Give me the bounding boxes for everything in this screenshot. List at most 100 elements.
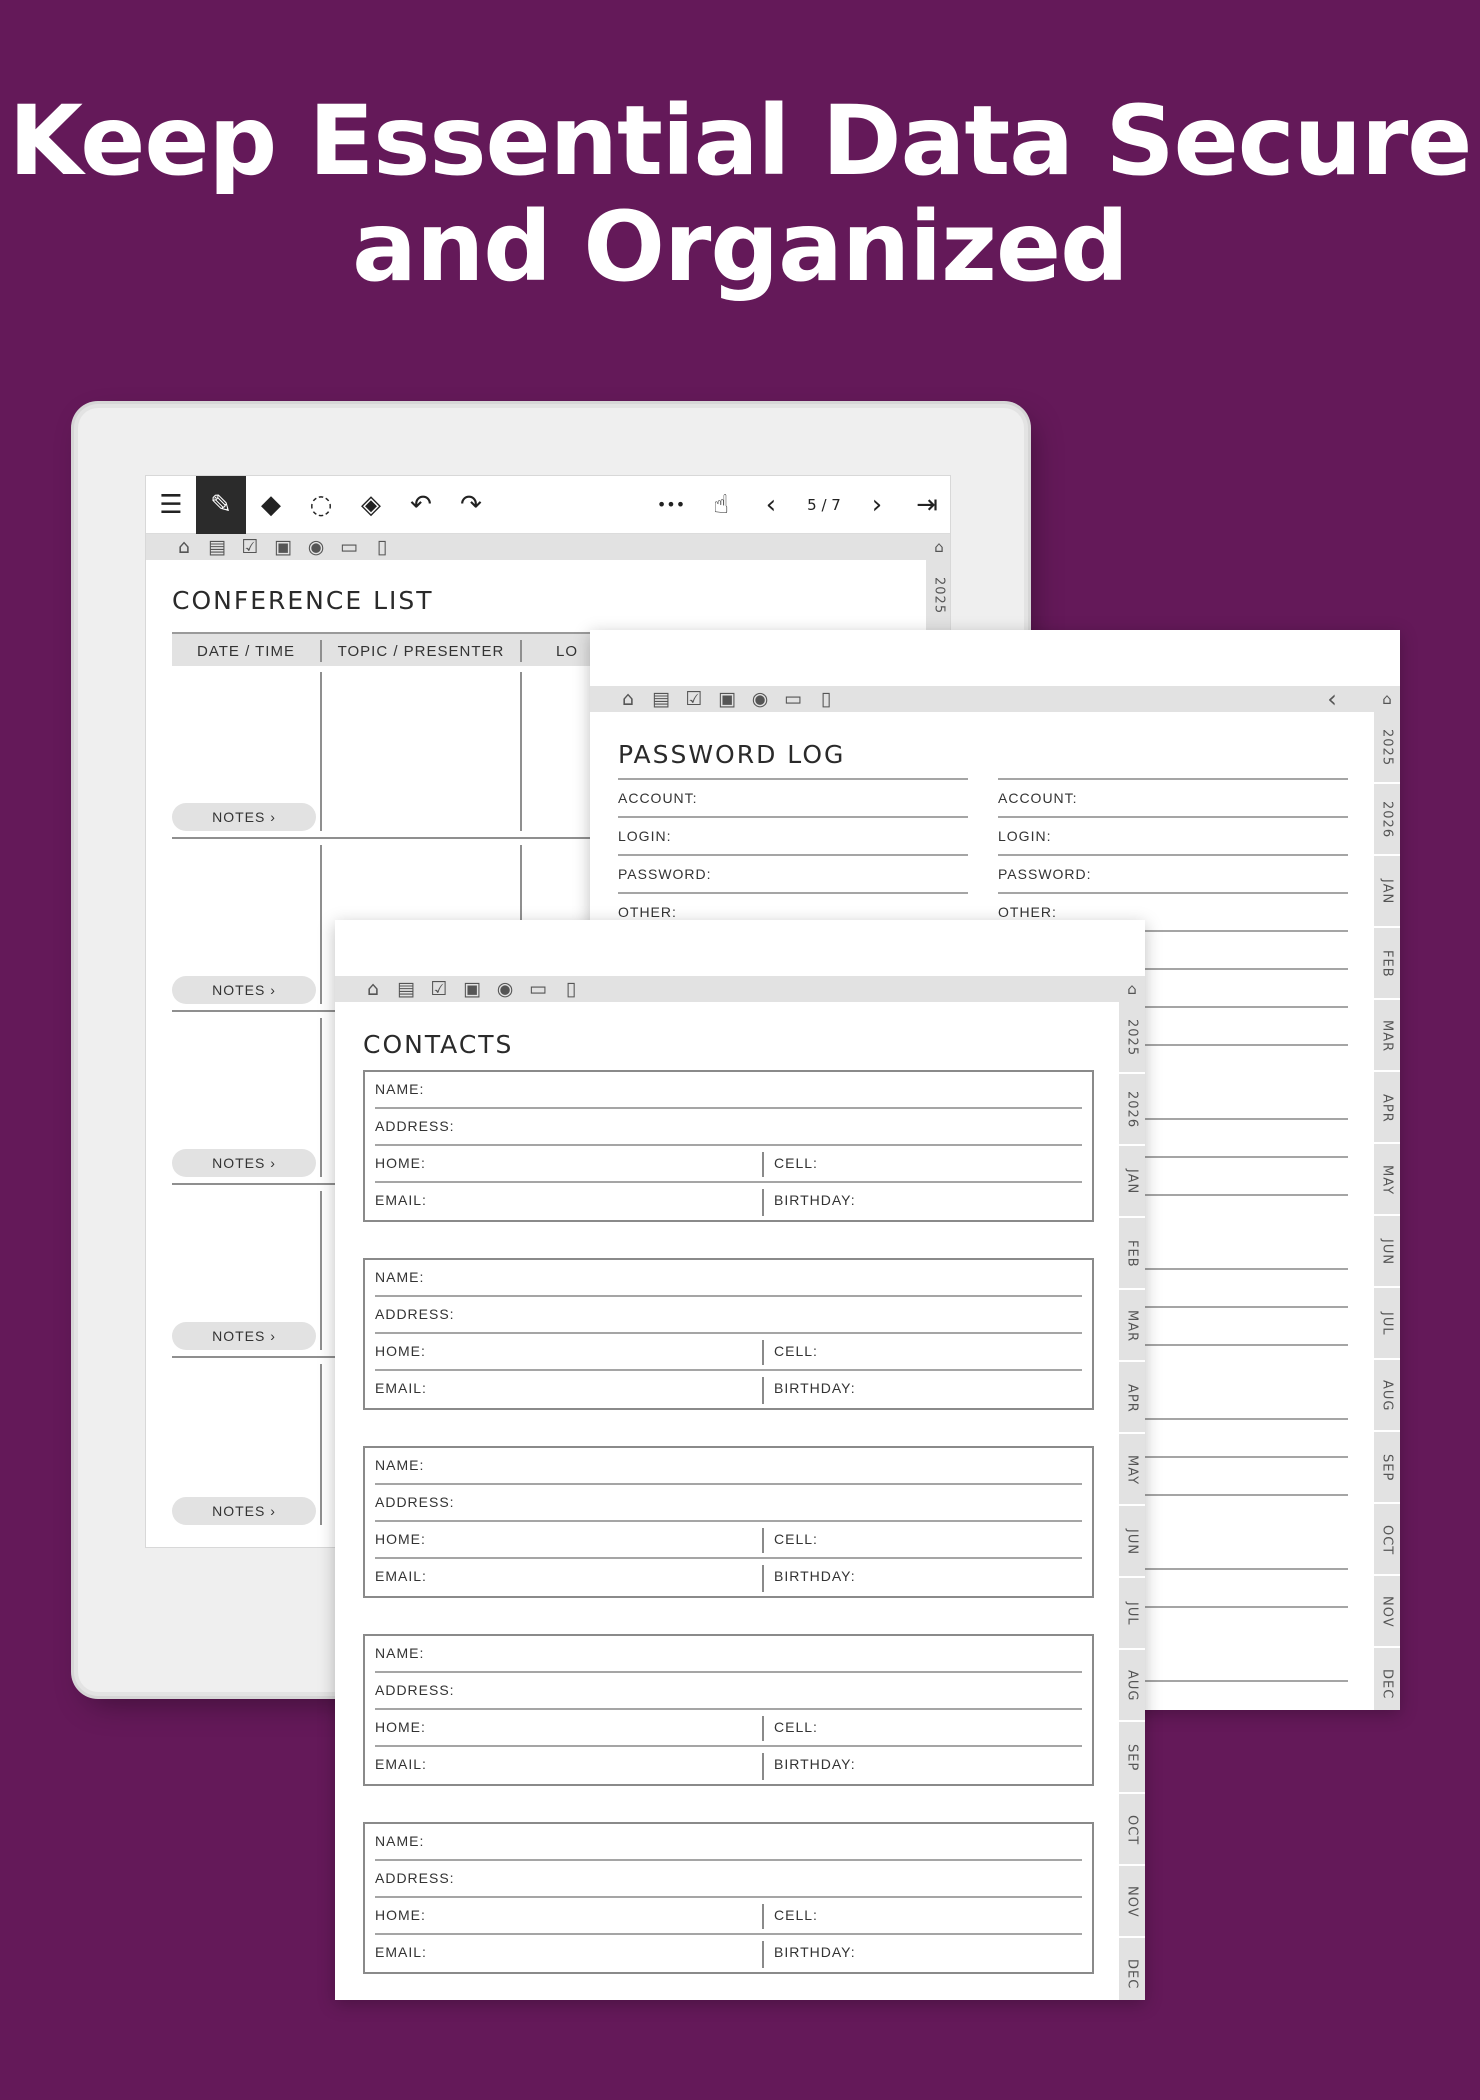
notes-button[interactable]: NOTES › xyxy=(172,1497,316,1525)
page-icon[interactable]: ▯ xyxy=(814,687,838,711)
tab-jun[interactable]: JUN xyxy=(1374,1218,1400,1288)
contacts-sheet: ⌂ ▤ ☑ ▣ ◉ ▭ ▯ ⌂ 2025 2026 JAN FEB MAR AP… xyxy=(335,920,1145,2000)
tab-may[interactable]: MAY xyxy=(1119,1436,1145,1506)
tab-dec[interactable]: DEC xyxy=(1119,1940,1145,2000)
tab-2026[interactable]: 2026 xyxy=(1119,1076,1145,1146)
prev-page-icon[interactable]: ‹ xyxy=(746,476,796,534)
tab-nov[interactable]: NOV xyxy=(1374,1578,1400,1648)
tasks-icon[interactable]: ☑ xyxy=(238,535,262,559)
cell-label: CELL: xyxy=(774,1907,818,1923)
exit-icon[interactable]: ⇥ xyxy=(902,476,950,534)
notes-icon[interactable]: ▤ xyxy=(205,535,229,559)
tab-may[interactable]: MAY xyxy=(1374,1146,1400,1216)
tab-2025[interactable]: 2025 xyxy=(1119,1004,1145,1074)
address-label: ADDRESS: xyxy=(375,1494,455,1510)
cell-label: CELL: xyxy=(774,1155,818,1171)
email-label: EMAIL: xyxy=(375,1192,427,1208)
password-label: PASSWORD: xyxy=(998,866,1092,882)
menu-icon[interactable]: ☰ xyxy=(146,476,196,534)
email-label: EMAIL: xyxy=(375,1380,427,1396)
notes-button[interactable]: NOTES › xyxy=(172,1322,316,1350)
name-label: NAME: xyxy=(375,1645,425,1661)
contacts-title: CONTACTS xyxy=(363,1030,514,1059)
tab-jun[interactable]: JUN xyxy=(1119,1508,1145,1578)
home-icon[interactable]: ⌂ xyxy=(172,535,196,559)
briefcase-icon[interactable]: ▣ xyxy=(460,977,484,1001)
page-icon[interactable]: ▯ xyxy=(370,535,394,559)
email-label: EMAIL: xyxy=(375,1756,427,1772)
tab-oct[interactable]: OCT xyxy=(1119,1796,1145,1866)
gesture-icon[interactable]: ☝ xyxy=(696,476,746,534)
wallet-icon[interactable]: ▭ xyxy=(781,687,805,711)
back-icon[interactable]: ‹ xyxy=(1320,687,1344,711)
tab-feb[interactable]: FEB xyxy=(1119,1220,1145,1290)
briefcase-icon[interactable]: ▣ xyxy=(271,535,295,559)
notes-icon[interactable]: ▤ xyxy=(394,977,418,1001)
page-icon[interactable]: ▯ xyxy=(559,977,583,1001)
tasks-icon[interactable]: ☑ xyxy=(682,687,706,711)
wallet-icon[interactable]: ▭ xyxy=(526,977,550,1001)
contact-card: NAME: ADDRESS: HOME: CELL: EMAIL: BIRTHDAY… xyxy=(363,1446,1094,1598)
contacts-nav-strip: ⌂ ▤ ☑ ▣ ◉ ▭ ▯ xyxy=(335,976,1119,1002)
tab-sep[interactable]: SEP xyxy=(1374,1434,1400,1504)
briefcase-icon[interactable]: ▣ xyxy=(715,687,739,711)
column-topic-presenter: TOPIC / PRESENTER xyxy=(322,640,522,662)
address-label: ADDRESS: xyxy=(375,1870,455,1886)
tab-2025[interactable]: 2025 xyxy=(926,562,950,632)
layers-icon[interactable]: ◈ xyxy=(346,476,396,534)
home-icon[interactable]: ⌂ xyxy=(361,977,385,1001)
tab-sep[interactable]: SEP xyxy=(1119,1724,1145,1794)
contact-card: NAME: ADDRESS: HOME: CELL: EMAIL: BIRTHDAY… xyxy=(363,1822,1094,1974)
rail-home-icon[interactable]: ⌂ xyxy=(926,534,950,560)
home-label: HOME: xyxy=(375,1343,426,1359)
lasso-icon[interactable]: ◌ xyxy=(296,476,346,534)
notes-button[interactable]: NOTES › xyxy=(172,803,316,831)
home-label: HOME: xyxy=(375,1531,426,1547)
wallet-icon[interactable]: ▭ xyxy=(337,535,361,559)
birthday-label: BIRTHDAY: xyxy=(774,1192,856,1208)
tab-nov[interactable]: NOV xyxy=(1119,1868,1145,1938)
birthday-label: BIRTHDAY: xyxy=(774,1380,856,1396)
goals-icon[interactable]: ◉ xyxy=(748,687,772,711)
tab-mar[interactable]: MAR xyxy=(1374,1002,1400,1072)
tab-2026[interactable]: 2026 xyxy=(1374,786,1400,856)
home-icon[interactable]: ⌂ xyxy=(616,687,640,711)
tab-apr[interactable]: APR xyxy=(1374,1074,1400,1144)
notes-icon[interactable]: ▤ xyxy=(649,687,673,711)
contact-card: NAME: ADDRESS: HOME: CELL: EMAIL: BIRTHDAY… xyxy=(363,1070,1094,1222)
headline-line-2: and Organized xyxy=(352,191,1129,303)
rail-home-icon[interactable]: ⌂ xyxy=(1374,686,1400,712)
notes-button[interactable]: NOTES › xyxy=(172,1149,316,1177)
tab-mar[interactable]: MAR xyxy=(1119,1292,1145,1362)
tab-dec[interactable]: DEC xyxy=(1374,1650,1400,1710)
cell-label: CELL: xyxy=(774,1531,818,1547)
goals-icon[interactable]: ◉ xyxy=(304,535,328,559)
more-icon[interactable]: ••• xyxy=(646,476,696,534)
next-page-icon[interactable]: › xyxy=(852,476,902,534)
tab-jul[interactable]: JUL xyxy=(1374,1290,1400,1360)
name-label: NAME: xyxy=(375,1269,425,1285)
notes-button[interactable]: NOTES › xyxy=(172,976,316,1004)
home-label: HOME: xyxy=(375,1155,426,1171)
contact-card: NAME: ADDRESS: HOME: CELL: EMAIL: BIRTHDAY… xyxy=(363,1634,1094,1786)
eraser-icon[interactable]: ◆ xyxy=(246,476,296,534)
tab-oct[interactable]: OCT xyxy=(1374,1506,1400,1576)
tab-jan[interactable]: JAN xyxy=(1119,1148,1145,1218)
pen-icon[interactable]: ✎ xyxy=(196,476,246,534)
tab-apr[interactable]: APR xyxy=(1119,1364,1145,1434)
undo-icon[interactable]: ↶ xyxy=(396,476,446,534)
rail-home-icon[interactable]: ⌂ xyxy=(1119,976,1145,1002)
tab-jul[interactable]: JUL xyxy=(1119,1580,1145,1650)
device-toolbar: ☰ ✎ ◆ ◌ ◈ ↶ ↷ ••• ☝ ‹ 5 / 7 › ⇥ xyxy=(146,476,950,534)
goals-icon[interactable]: ◉ xyxy=(493,977,517,1001)
tasks-icon[interactable]: ☑ xyxy=(427,977,451,1001)
tab-jan[interactable]: JAN xyxy=(1374,858,1400,928)
tab-aug[interactable]: AUG xyxy=(1119,1652,1145,1722)
tab-2025[interactable]: 2025 xyxy=(1374,714,1400,784)
name-label: NAME: xyxy=(375,1457,425,1473)
tab-aug[interactable]: AUG xyxy=(1374,1362,1400,1432)
redo-icon[interactable]: ↷ xyxy=(446,476,496,534)
birthday-label: BIRTHDAY: xyxy=(774,1944,856,1960)
login-label: LOGIN: xyxy=(618,828,672,844)
tab-feb[interactable]: FEB xyxy=(1374,930,1400,1000)
